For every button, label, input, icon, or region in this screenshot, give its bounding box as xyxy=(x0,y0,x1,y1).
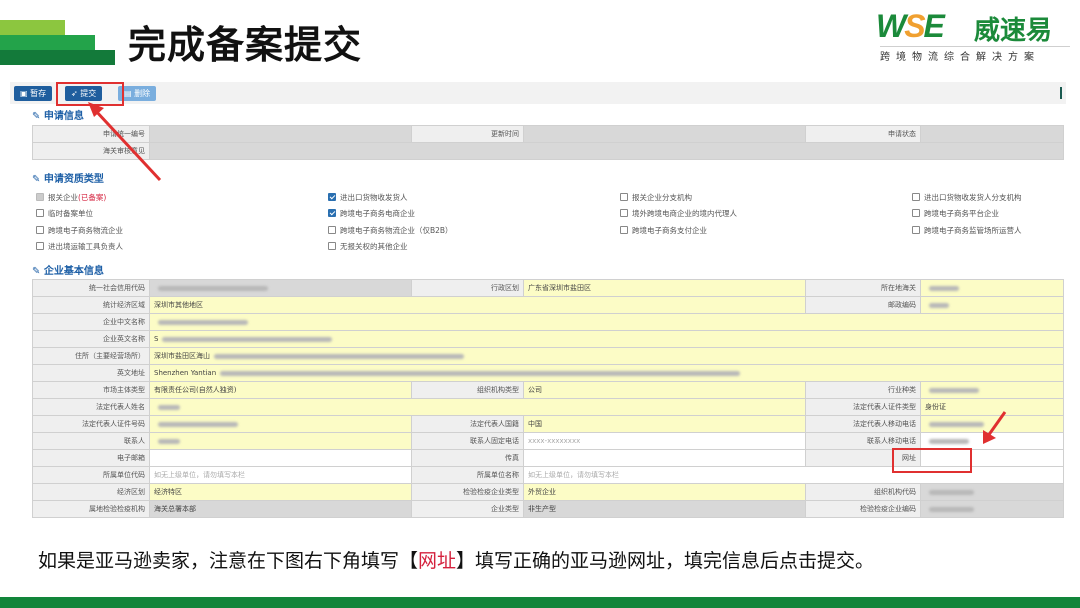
arrow-to-submit xyxy=(88,102,162,182)
caption-highlight: 网址 xyxy=(418,550,457,572)
caption-text: 】填写正确的亚马逊网址，填完信息后点击提交。 xyxy=(456,550,875,572)
caption-text: 如果是亚马逊卖家，注意在下图右下角填写【 xyxy=(38,550,419,572)
slide-caption: 如果是亚马逊卖家，注意在下图右下角填写【网址】填写正确的亚马逊网址，填完信息后点… xyxy=(38,546,874,573)
annotation-arrows xyxy=(88,102,1007,444)
footer-bar xyxy=(0,597,1080,608)
arrow-to-website xyxy=(983,411,1007,444)
